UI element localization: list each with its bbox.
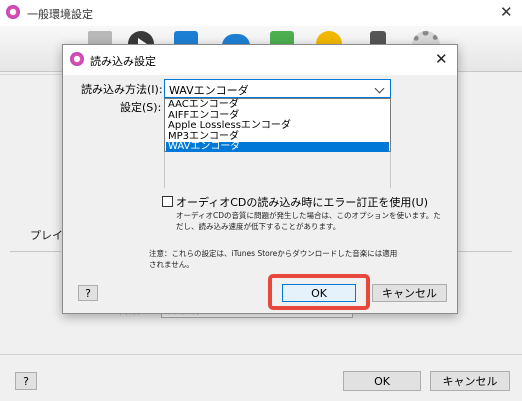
dialog-close-icon[interactable]: ✕ (435, 50, 448, 68)
settings-label: 設定(S): (120, 101, 162, 114)
import-using-label: 読み込み方法(I): (81, 83, 163, 96)
ok-button-highlight (268, 274, 370, 310)
import-using-select[interactable]: WAVエンコーダ (164, 79, 391, 98)
divider (10, 251, 61, 252)
divider (457, 251, 512, 252)
background-ok-button[interactable]: OK (343, 371, 421, 391)
divider (0, 74, 62, 75)
encoder-option-apple-lossless[interactable]: Apple Losslessエンコーダ (166, 120, 389, 132)
background-close-icon[interactable]: ✕ (500, 3, 513, 21)
encoder-dropdown-list: AACエンコーダ AIFFエンコーダ Apple Losslessエンコーダ M… (164, 98, 391, 153)
itunes-store-note: 注意：これらの設定は、iTunes Storeからダウンロードした音楽には適用さ… (149, 249, 398, 269)
import-using-value: WAVエンコーダ (169, 84, 249, 97)
error-correction-checkbox[interactable] (162, 196, 173, 207)
settings-panel (164, 152, 391, 188)
encoder-option-wav[interactable]: WAVエンコーダ (166, 141, 389, 153)
dialog-help-button[interactable]: ? (78, 285, 98, 301)
background-help-button[interactable]: ? (15, 372, 37, 390)
itunes-icon (70, 52, 84, 66)
dialog-title: 読み込み設定 (90, 55, 156, 68)
error-correction-label[interactable]: オーディオCDの読み込み時にエラー訂正を使用(U) (176, 194, 428, 210)
error-correction-description: オーディオCDの音質に問題が発生した場合は、このオプションを使います。ただし、読… (176, 211, 441, 231)
background-window-title: 一般環境設定 (27, 8, 93, 21)
background-cancel-button[interactable]: キャンセル (430, 371, 510, 391)
dialog-cancel-button[interactable]: キャンセル (372, 284, 447, 302)
chevron-down-icon (374, 83, 385, 94)
itunes-icon (6, 5, 20, 19)
encoder-option-aac[interactable]: AACエンコーダ (166, 99, 389, 111)
divider (0, 354, 522, 355)
import-settings-dialog: 読み込み設定 ✕ 読み込み方法(I): 設定(S): WAVエンコーダ AACエ… (62, 44, 458, 314)
